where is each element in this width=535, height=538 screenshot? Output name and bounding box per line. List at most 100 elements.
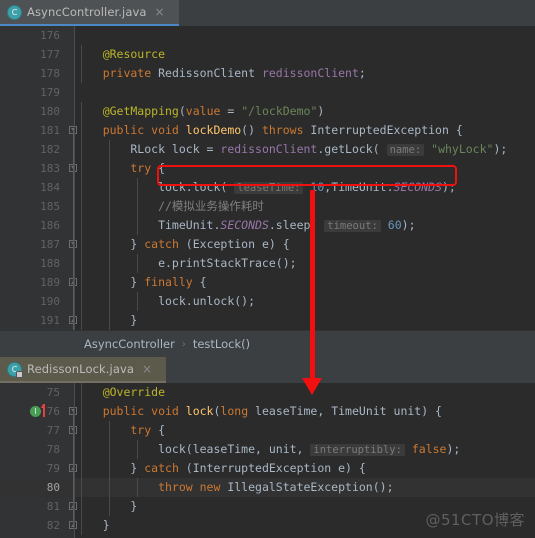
editor-async-controller[interactable]: 176 177 178 179 180 181 182 183 184 185 186 187 188 1… — [0, 26, 535, 331]
code-area-top[interactable]: @Resource private RedissonClient redisso… — [75, 26, 535, 331]
code-token: redissonClient — [261, 66, 359, 80]
code-token: ( — [178, 104, 186, 118]
code-token: private — [75, 66, 159, 80]
code-line[interactable]: //模拟业务操作耗时 — [75, 197, 535, 216]
line-number: 78 — [46, 443, 60, 456]
code-token: @GetMapping — [75, 104, 179, 118]
code-line[interactable]: throw new IllegalStateException(); — [75, 478, 535, 497]
code-token: InterruptedException { — [310, 123, 463, 137]
code-line[interactable]: lock.lock( leaseTime: 10,TimeUnit.SECOND… — [75, 178, 535, 197]
code-token: @Override — [75, 385, 166, 399]
breadcrumb-method[interactable]: testLock() — [193, 337, 250, 351]
code-line[interactable]: public void lock(long leaseTime, TimeUni… — [75, 402, 535, 421]
code-line[interactable]: try { — [75, 421, 535, 440]
code-token: } — [75, 313, 138, 327]
code-line[interactable]: try { — [75, 159, 535, 178]
code-token: //模拟业务操作耗时 — [75, 199, 264, 213]
code-line[interactable]: lock.unlock(); — [75, 292, 535, 311]
code-line[interactable]: private RedissonClient redissonClient; — [75, 64, 535, 83]
line-number: 182 — [40, 143, 60, 156]
code-token: @Resource — [75, 47, 166, 61]
code-line[interactable]: @Resource — [75, 45, 535, 64]
annotation-arrow-tail — [41, 404, 45, 417]
code-token: long — [220, 404, 256, 418]
annotation-arrow-shaft — [310, 190, 315, 380]
code-text: e.printStackTrace(); — [75, 254, 297, 273]
code-token: RLock lock = — [75, 142, 221, 156]
line-number: 184 — [40, 181, 60, 194]
code-token: timeout: — [324, 220, 381, 232]
code-text: lock(leaseTime, unit, interruptibly: fal… — [75, 440, 460, 460]
code-line[interactable]: e.printStackTrace(); — [75, 254, 535, 273]
code-token: lockDemo — [185, 123, 242, 137]
code-line[interactable]: } catch (InterruptedException e) { — [75, 459, 535, 478]
line-number: 75 — [46, 386, 60, 399]
code-token: ,TimeUnit. — [324, 180, 394, 194]
line-number: 179 — [40, 86, 60, 99]
code-token: ); — [401, 218, 416, 232]
code-token: ); — [493, 142, 508, 156]
code-token: .getLock( — [317, 142, 387, 156]
java-class-locked-icon: C — [7, 361, 23, 378]
code-token: false — [411, 442, 447, 456]
code-line[interactable] — [75, 26, 535, 45]
close-icon[interactable]: × — [155, 6, 165, 18]
code-line[interactable]: } catch (Exception e) { — [75, 235, 535, 254]
code-token: throw new — [75, 480, 228, 494]
code-line[interactable]: lock(leaseTime, unit, interruptibly: fal… — [75, 440, 535, 459]
code-token: e.printStackTrace(); — [75, 256, 297, 270]
code-line[interactable]: } — [75, 311, 535, 330]
code-line[interactable]: public void lockDemo() throws Interrupte… — [75, 121, 535, 140]
code-token: RedissonClient — [158, 66, 262, 80]
line-number: 176 — [40, 29, 60, 42]
code-text: //模拟业务操作耗时 — [75, 197, 264, 216]
code-text: lock.lock( leaseTime: 10,TimeUnit.SECOND… — [75, 178, 456, 198]
code-line[interactable]: RLock lock = redissonClient.getLock( nam… — [75, 140, 535, 159]
implementing-method-icon[interactable]: I — [30, 406, 41, 417]
code-token: ); — [441, 180, 456, 194]
code-line[interactable]: @GetMapping(value = "/lockDemo") — [75, 102, 535, 121]
breadcrumb-class[interactable]: AsyncController — [84, 337, 175, 351]
line-number: 180 — [40, 105, 60, 118]
code-line[interactable]: } finally { — [75, 273, 535, 292]
code-token: try — [75, 161, 159, 175]
code-token: public void — [75, 123, 186, 137]
code-text: lock.unlock(); — [75, 292, 255, 311]
gutter-bottom[interactable]: 75 76 I 77 78 79 80 81 82 — [0, 383, 77, 538]
code-text: } catch (InterruptedException e) { — [75, 459, 366, 478]
code-token: (Exception e) { — [185, 237, 290, 251]
watermark: @51CTO博客 — [425, 511, 525, 529]
line-number: 81 — [46, 500, 60, 513]
code-token: 60 — [387, 218, 402, 232]
code-text: throw new IllegalStateException(); — [75, 478, 393, 497]
close-icon[interactable]: × — [142, 363, 152, 375]
line-number: 188 — [40, 257, 60, 270]
code-token: interruptibly: — [310, 444, 405, 456]
code-token: } — [75, 499, 138, 513]
line-number: 177 — [40, 48, 60, 61]
tab-redisson-lock[interactable]: C RedissonLock.java × — [0, 357, 166, 383]
editor-tabbar-top: C AsyncController.java × — [0, 0, 535, 26]
code-token: lock — [185, 404, 214, 418]
code-token: .sleep( — [268, 218, 325, 232]
code-token: lock.lock( — [75, 180, 235, 194]
breadcrumb[interactable]: AsyncController › testLock() — [0, 331, 535, 357]
code-line[interactable] — [75, 83, 535, 102]
code-line[interactable]: TimeUnit.SECONDS.sleep( timeout: 60); — [75, 216, 535, 235]
code-token: (InterruptedException e) { — [185, 461, 366, 475]
code-token: () — [241, 123, 262, 137]
tab-async-controller[interactable]: C AsyncController.java × — [0, 0, 179, 26]
code-text: public void lock(long leaseTime, TimeUni… — [75, 402, 442, 421]
code-text: } — [75, 516, 110, 535]
code-token: ); — [446, 442, 461, 456]
line-number: 191 — [40, 314, 60, 327]
code-text: @Override — [75, 383, 165, 402]
code-token: "whyLock" — [431, 142, 494, 156]
code-token: catch — [144, 461, 186, 475]
code-text: RLock lock = redissonClient.getLock( nam… — [75, 140, 507, 160]
gutter-top[interactable]: 176 177 178 179 180 181 182 183 184 185 186 187 188 1… — [0, 26, 77, 331]
code-text: try { — [75, 421, 165, 440]
code-token: public void — [75, 404, 186, 418]
